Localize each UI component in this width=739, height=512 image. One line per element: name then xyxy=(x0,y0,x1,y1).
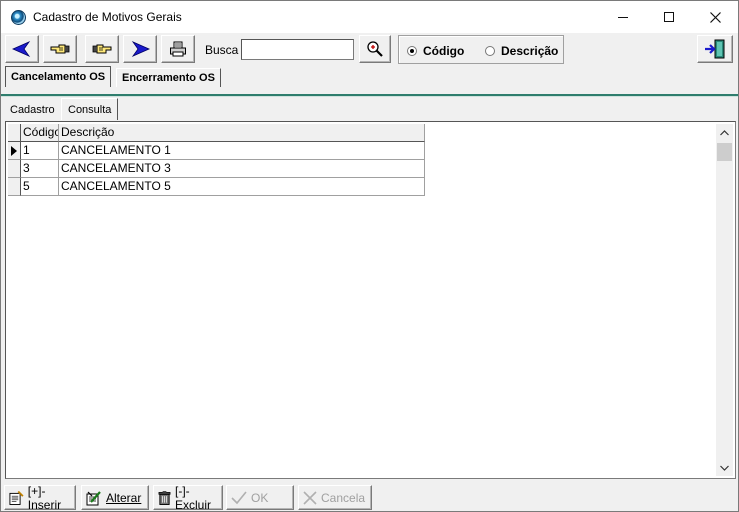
current-row-pointer-icon xyxy=(11,146,17,156)
close-icon xyxy=(709,11,721,23)
arrow-left-icon xyxy=(12,41,31,57)
exit-door-icon xyxy=(705,39,725,59)
row-indicator xyxy=(8,142,21,160)
cell-descricao[interactable]: CANCELAMENTO 3 xyxy=(59,160,425,178)
chevron-down-icon xyxy=(720,465,729,471)
app-window: Cadastro de Motivos Gerais Busca Código … xyxy=(0,0,739,512)
scroll-up-button[interactable] xyxy=(716,124,733,141)
search-button[interactable] xyxy=(359,35,391,63)
exit-button[interactable] xyxy=(697,35,733,63)
magnifier-zoom-icon xyxy=(367,41,383,57)
radio-descricao-label: Descrição xyxy=(501,44,559,58)
arrow-right-icon xyxy=(131,41,150,57)
hand-point-left-icon xyxy=(50,44,70,54)
minimize-button[interactable] xyxy=(600,1,646,33)
print-button[interactable] xyxy=(161,35,195,63)
table-row[interactable]: 5 CANCELAMENTO 5 xyxy=(8,178,426,196)
cell-codigo[interactable]: 3 xyxy=(21,160,59,178)
tab-cancelamento-os[interactable]: Cancelamento OS xyxy=(5,66,112,87)
tab-consulta[interactable]: Consulta xyxy=(61,98,119,120)
cancel-button-label: Cancela xyxy=(321,490,366,505)
window-title: Cadastro de Motivos Gerais xyxy=(33,10,182,24)
table-row[interactable]: 3 CANCELAMENTO 3 xyxy=(8,160,426,178)
maximize-button[interactable] xyxy=(646,1,692,33)
title-bar: Cadastro de Motivos Gerais xyxy=(1,1,738,33)
cancel-button[interactable]: Cancela xyxy=(298,485,372,510)
radio-codigo-label: Código xyxy=(423,44,465,58)
cancel-x-icon xyxy=(303,490,317,505)
vertical-scrollbar[interactable] xyxy=(716,124,733,476)
last-record-button[interactable] xyxy=(85,35,119,63)
insert-button-label: [+]-Inserir xyxy=(27,483,62,512)
app-icon xyxy=(11,10,26,25)
first-record-button[interactable] xyxy=(43,35,77,63)
tab-encerramento-os[interactable]: Encerramento OS xyxy=(116,68,221,87)
add-record-icon xyxy=(9,490,24,505)
minimize-icon xyxy=(618,16,628,18)
tab-divider-highlight xyxy=(1,96,738,97)
search-input[interactable] xyxy=(241,39,354,60)
maximize-icon xyxy=(664,12,674,22)
close-button[interactable] xyxy=(692,1,738,33)
search-mode-radio-group: Código Descrição xyxy=(398,35,564,64)
cell-descricao[interactable]: CANCELAMENTO 1 xyxy=(59,142,425,160)
search-label: Busca xyxy=(205,43,239,57)
toolbar: Busca Código Descrição xyxy=(1,33,738,67)
prev-record-button[interactable] xyxy=(5,35,39,63)
chevron-up-icon xyxy=(720,129,729,135)
column-header-descricao[interactable]: Descrição xyxy=(59,124,425,142)
grid-header-row: Código Descrição xyxy=(8,124,426,142)
edit-button-label: Alterar xyxy=(106,490,142,505)
cell-descricao[interactable]: CANCELAMENTO 5 xyxy=(59,178,425,196)
scroll-thumb[interactable] xyxy=(717,143,732,161)
scroll-down-button[interactable] xyxy=(716,459,733,476)
table-row[interactable]: 1 CANCELAMENTO 1 xyxy=(8,142,426,160)
checkmark-icon xyxy=(231,490,247,504)
radio-descricao[interactable]: Descrição xyxy=(485,44,558,58)
trash-icon xyxy=(158,490,171,505)
ok-button[interactable]: OK xyxy=(226,485,294,510)
ok-button-label: OK xyxy=(251,490,269,505)
delete-button[interactable]: [-]-Excluir xyxy=(153,483,223,512)
radio-unchecked-icon xyxy=(485,46,495,56)
edit-record-icon xyxy=(86,490,101,505)
radio-checked-icon xyxy=(407,46,417,56)
radio-codigo[interactable]: Código xyxy=(407,44,464,58)
tab-cadastro[interactable]: Cadastro xyxy=(6,101,59,119)
insert-button[interactable]: [+]-Inserir xyxy=(4,483,76,512)
delete-button-label: [-]-Excluir xyxy=(174,483,211,512)
results-grid-panel: Código Descrição 1 CANCELAMENTO 1 3 CANC… xyxy=(5,121,736,479)
next-record-button[interactable] xyxy=(123,35,157,63)
grid-header-indicator xyxy=(8,124,21,142)
printer-icon xyxy=(170,41,186,57)
row-indicator xyxy=(8,160,21,178)
cell-codigo[interactable]: 5 xyxy=(21,178,59,196)
column-header-codigo[interactable]: Código xyxy=(21,124,59,142)
row-indicator xyxy=(8,178,21,196)
edit-button[interactable]: Alterar xyxy=(81,485,149,510)
cell-codigo[interactable]: 1 xyxy=(21,142,59,160)
hand-point-right-icon xyxy=(92,44,112,54)
